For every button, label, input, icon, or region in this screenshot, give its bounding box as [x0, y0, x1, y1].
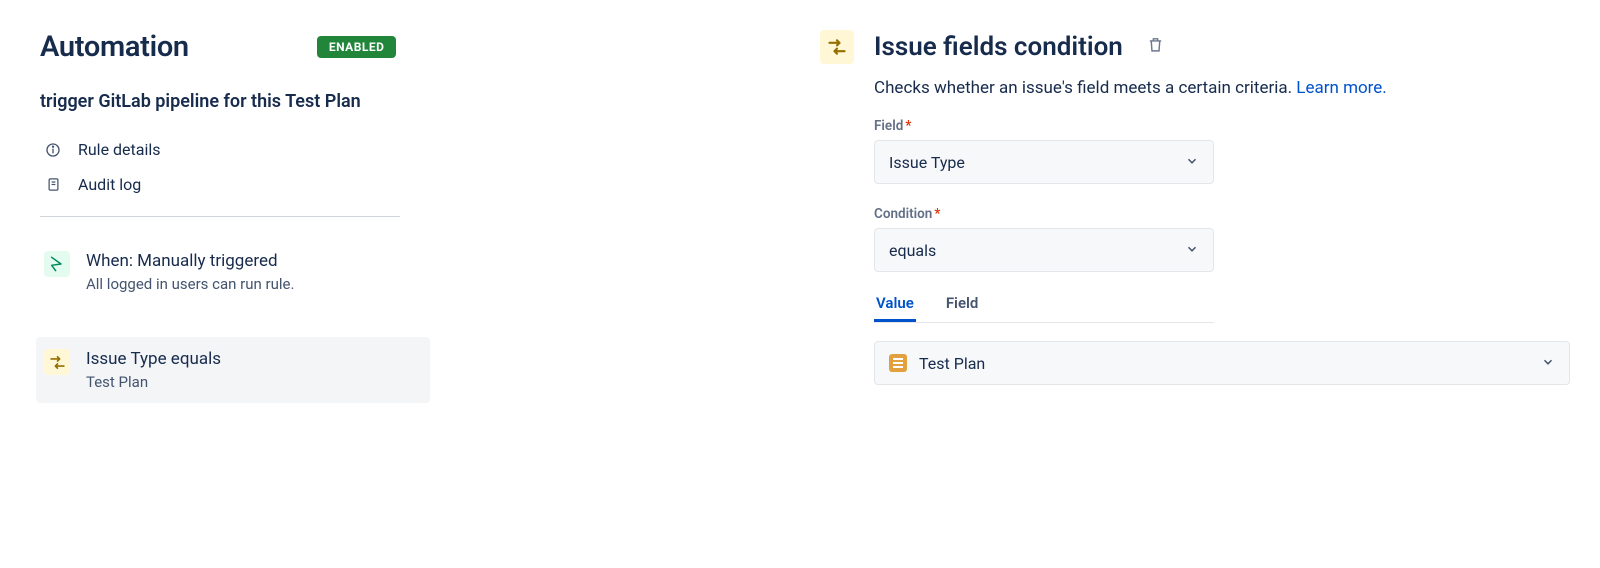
menu-label: Rule details: [78, 140, 161, 159]
condition-icon: [44, 349, 70, 375]
condition-select[interactable]: equals: [874, 228, 1214, 272]
required-marker: *: [905, 118, 911, 134]
issuetype-icon: [889, 354, 907, 372]
chevron-down-icon: [1185, 241, 1199, 260]
condition-value: equals: [889, 241, 936, 260]
field-select[interactable]: Issue Type: [874, 140, 1214, 184]
divider: [40, 216, 400, 217]
chevron-down-icon: [1541, 354, 1555, 373]
step-condition[interactable]: Issue Type equals Test Plan: [36, 337, 430, 403]
step-title: When: Manually triggered: [86, 251, 294, 271]
trash-icon[interactable]: [1147, 36, 1164, 58]
info-icon: [44, 141, 62, 159]
required-marker: *: [934, 206, 940, 222]
config-panel: Issue fields condition Checks whether an…: [820, 30, 1600, 403]
menu-rule-details[interactable]: Rule details: [40, 132, 440, 167]
tab-value[interactable]: Value: [874, 294, 916, 322]
config-title: Issue fields condition: [874, 32, 1123, 62]
step-trigger[interactable]: When: Manually triggered All logged in u…: [40, 245, 440, 299]
config-description: Checks whether an issue's field meets a …: [874, 78, 1296, 98]
condition-label: Condition: [874, 206, 932, 222]
status-badge: ENABLED: [317, 36, 397, 58]
step-sub: All logged in users can run rule.: [86, 275, 294, 293]
trigger-icon: [44, 251, 70, 277]
menu-label: Audit log: [78, 175, 141, 194]
field-value: Issue Type: [889, 153, 965, 172]
page-title: Automation: [40, 30, 189, 64]
field-label: Field: [874, 118, 903, 134]
step-title: Issue Type equals: [86, 349, 221, 369]
document-icon: [44, 176, 62, 194]
menu-audit-log[interactable]: Audit log: [40, 167, 440, 202]
condition-icon: [820, 30, 854, 64]
step-sub: Test Plan: [86, 373, 221, 391]
chevron-down-icon: [1185, 153, 1199, 172]
rule-name: trigger GitLab pipeline for this Test Pl…: [40, 90, 380, 114]
tab-field[interactable]: Field: [944, 294, 981, 322]
value-select[interactable]: Test Plan: [874, 341, 1570, 385]
left-panel: Automation ENABLED trigger GitLab pipeli…: [40, 30, 440, 403]
selected-value: Test Plan: [919, 354, 985, 373]
tabs: Value Field: [874, 294, 1214, 323]
learn-more-link[interactable]: Learn more.: [1296, 78, 1387, 98]
